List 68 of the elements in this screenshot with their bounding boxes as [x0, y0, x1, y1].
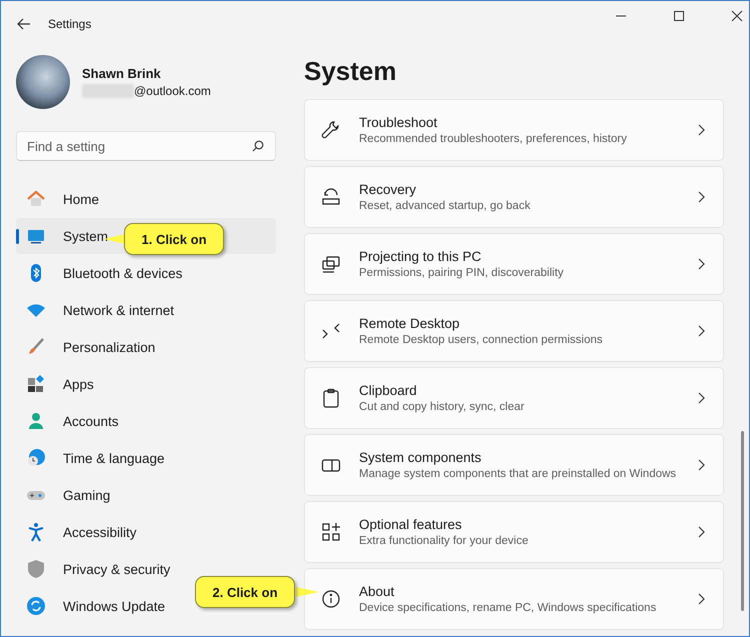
card-title: Optional features: [359, 517, 463, 532]
clipboard-icon: [321, 388, 341, 408]
search-icon: [252, 140, 264, 152]
paintbrush-icon: [26, 337, 46, 357]
person-icon: [26, 411, 46, 431]
page-title: System: [304, 55, 398, 87]
card-description: Reset, advanced startup, go back: [359, 200, 532, 212]
settings-card[interactable]: About Device specifications, rename PC, Windows specifications: [304, 568, 724, 630]
remote-desktop-icon: [321, 321, 341, 341]
card-title: Remote Desktop: [359, 316, 461, 331]
card-title: Clipboard: [359, 383, 418, 398]
shield-icon: [26, 559, 46, 579]
close-icon[interactable]: [731, 10, 743, 22]
projector-icon: [321, 254, 341, 274]
settings-card[interactable]: Projecting to this PC Permissions, pairing PIN, discoverability: [304, 233, 724, 295]
settings-card[interactable]: Troubleshoot Recommended troubleshooters, preferences, history: [304, 99, 724, 161]
card-title: Projecting to this PC: [359, 249, 482, 264]
apps-icon: [26, 374, 46, 394]
grid-plus-icon: [321, 522, 341, 542]
card-description: Permissions, pairing PIN, discoverability: [359, 267, 565, 279]
chevron-right-icon: [698, 593, 705, 605]
window-title: Settings: [48, 17, 92, 31]
account-email: @outlook.com: [134, 84, 211, 98]
nav-item[interactable]: Apps: [16, 366, 276, 402]
card-description: Device specifications, rename PC, Windows specifications: [359, 602, 658, 614]
card-title: Troubleshoot: [359, 115, 438, 130]
accessibility-icon: [26, 522, 46, 542]
recovery-icon: [321, 187, 341, 207]
chevron-right-icon: [698, 191, 705, 203]
avatar: [16, 55, 70, 109]
nav-item[interactable]: Network & internet: [16, 292, 276, 328]
scrollbar[interactable]: [741, 431, 744, 611]
nav-item[interactable]: Time & language: [16, 440, 276, 476]
card-title: Recovery: [359, 182, 418, 197]
settings-card[interactable]: Clipboard Cut and copy history, sync, clear: [304, 367, 724, 429]
back-arrow-icon[interactable]: [17, 18, 31, 30]
card-description: Manage system components that are preinstalled on Windows: [359, 468, 678, 480]
search-field[interactable]: Find a setting: [16, 131, 276, 161]
selection-indicator: [16, 229, 19, 244]
settings-card[interactable]: Recovery Reset, advanced startup, go back: [304, 166, 724, 228]
maximize-icon[interactable]: [673, 10, 685, 22]
nav-item[interactable]: Gaming: [16, 477, 276, 513]
nav-item[interactable]: Personalization: [16, 329, 276, 365]
chevron-right-icon: [698, 325, 705, 337]
nav-item[interactable]: Bluetooth & devices: [16, 255, 276, 291]
card-title: System components: [359, 450, 482, 465]
settings-card[interactable]: Remote Desktop Remote Desktop users, connection permissions: [304, 300, 724, 362]
chevron-right-icon: [698, 124, 705, 136]
chevron-right-icon: [698, 526, 705, 538]
card-title: About: [359, 584, 396, 599]
nav-item[interactable]: Accessibility: [16, 514, 276, 550]
info-icon: [321, 589, 341, 609]
nav-item[interactable]: Accounts: [16, 403, 276, 439]
account-name: Shawn Brink: [82, 66, 162, 81]
home-icon: [26, 189, 46, 209]
card-description: Extra functionality for your device: [359, 535, 530, 547]
chevron-right-icon: [698, 258, 705, 270]
card-description: Cut and copy history, sync, clear: [359, 401, 526, 413]
wrench-icon: [321, 120, 341, 140]
settings-card[interactable]: System components Manage system components that are preinstalled on Windows: [304, 434, 724, 496]
chevron-right-icon: [698, 459, 705, 471]
update-icon: [26, 596, 46, 616]
card-description: Recommended troubleshooters, preferences, history: [359, 133, 628, 145]
nav-item[interactable]: Home: [16, 181, 276, 217]
chevron-right-icon: [698, 392, 705, 404]
settings-card[interactable]: Optional features Extra functionality for your device: [304, 501, 724, 563]
globe-clock-icon: [26, 448, 46, 468]
card-description: Remote Desktop users, connection permissions: [359, 334, 604, 346]
